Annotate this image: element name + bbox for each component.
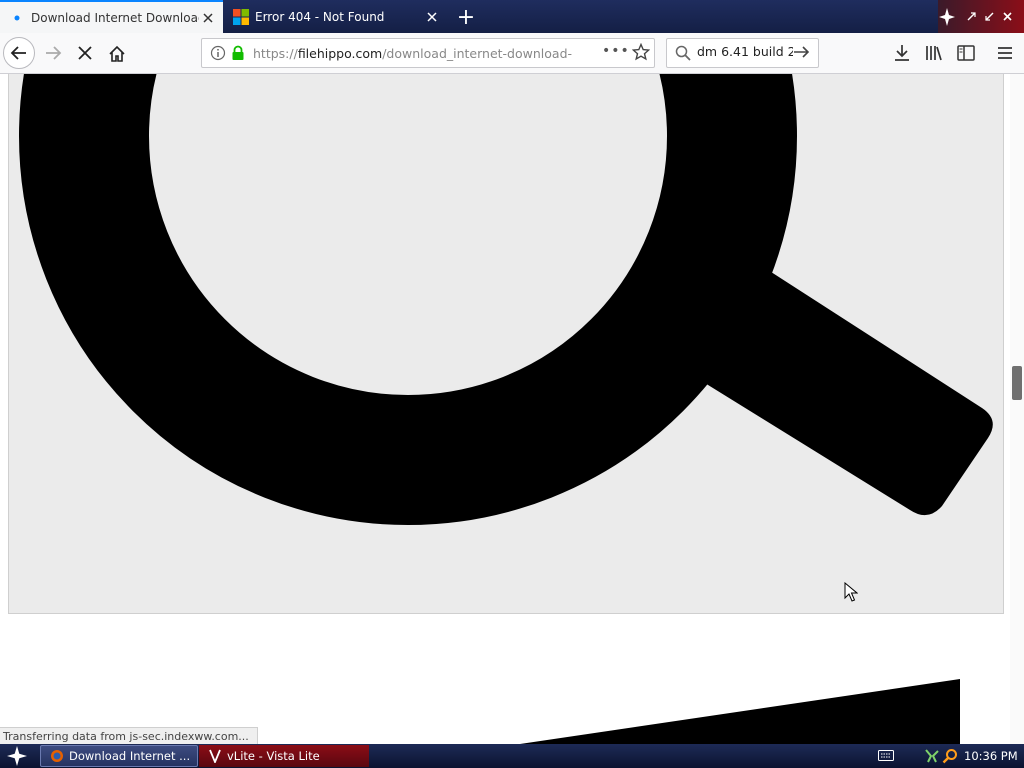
taskbar: Download Internet ... vLite - Vista Lite… [0, 744, 1024, 768]
window-controls [938, 0, 1024, 33]
windows-logo-icon [233, 8, 249, 25]
minimize-icon[interactable] [962, 8, 980, 26]
taskbar-item-label: Download Internet ... [69, 749, 191, 763]
taskbar-item-vlite[interactable]: vLite - Vista Lite [199, 745, 369, 767]
taskbar-item-firefox[interactable]: Download Internet ... [40, 745, 198, 767]
page-content: Transferring data from js-sec.indexww.co… [0, 74, 1024, 744]
page-actions-button[interactable]: ••• [602, 43, 630, 59]
search-icon [675, 45, 691, 64]
lock-icon[interactable] [231, 45, 245, 64]
keyboard-icon[interactable] [878, 750, 894, 764]
loading-dot-icon [9, 10, 25, 26]
home-icon [109, 45, 125, 62]
bookmark-star-icon[interactable] [631, 42, 651, 64]
library-icon[interactable] [923, 43, 945, 63]
start-star-icon [7, 746, 27, 766]
mouse-cursor-icon [844, 582, 858, 602]
firefox-icon [49, 748, 65, 764]
tab-title: Error 404 - Not Found [255, 9, 385, 24]
new-tab-button[interactable]: + [452, 3, 480, 31]
search-go-arrow-icon[interactable] [793, 44, 811, 63]
clock[interactable]: 10:36 PM [964, 749, 1018, 763]
url-scheme: https:// [253, 46, 298, 61]
menu-icon[interactable] [994, 43, 1016, 63]
maximize-icon[interactable] [980, 8, 998, 26]
scrollbar-thumb[interactable] [1012, 366, 1022, 400]
sidebar-icon[interactable] [955, 43, 977, 63]
search-tray-icon[interactable] [942, 748, 958, 767]
start-orb-icon [938, 7, 956, 26]
tab-title: Download Internet Download Manager [31, 10, 199, 25]
downloads-icon[interactable] [891, 43, 913, 63]
close-tab-icon[interactable] [199, 9, 217, 27]
vertical-scrollbar[interactable] [1010, 74, 1024, 744]
navigation-toolbar: https://filehippo.com/download_internet-… [0, 33, 1024, 74]
url-bar[interactable]: https://filehippo.com/download_internet-… [201, 38, 655, 68]
search-bar[interactable] [666, 38, 819, 68]
forward-arrow-icon [46, 46, 62, 60]
partial-image-shape [520, 679, 960, 744]
close-icon[interactable] [998, 8, 1016, 26]
url-host: filehippo.com [297, 46, 383, 61]
tab-download-idm[interactable]: Download Internet Download Manager [0, 0, 223, 33]
url-path: /download_internet-download-manager/ [382, 46, 573, 61]
back-arrow-icon [10, 46, 26, 60]
status-panel: Transferring data from js-sec.indexww.co… [0, 727, 258, 744]
search-input[interactable] [697, 44, 793, 59]
forward-button[interactable] [37, 37, 69, 69]
info-icon[interactable] [210, 45, 226, 64]
stop-button[interactable] [69, 37, 101, 69]
tab-error-404[interactable]: Error 404 - Not Found [224, 0, 447, 33]
url-text[interactable]: https://filehippo.com/download_internet-… [253, 46, 573, 61]
vlite-icon [207, 748, 223, 764]
status-text: Transferring data from js-sec.indexww.co… [3, 730, 249, 743]
tab-strip: Download Internet Download Manager Error… [0, 0, 1024, 33]
close-tab-icon[interactable] [423, 8, 441, 26]
network-icon[interactable] [924, 748, 940, 767]
stop-x-icon [78, 46, 92, 60]
taskbar-item-label: vLite - Vista Lite [227, 749, 320, 763]
back-button[interactable] [3, 37, 35, 69]
start-button[interactable] [4, 746, 30, 766]
home-button[interactable] [101, 37, 133, 69]
